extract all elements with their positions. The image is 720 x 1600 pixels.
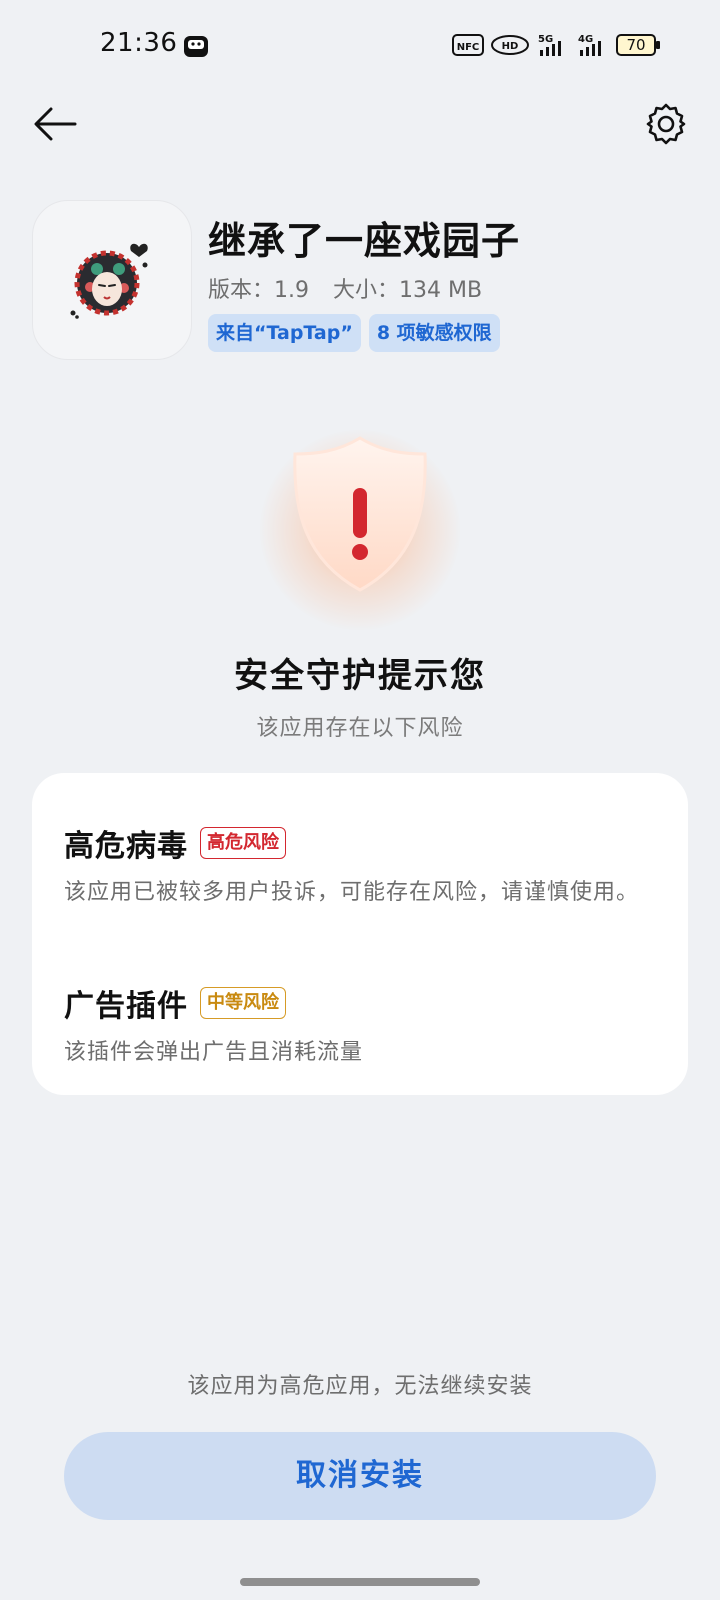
size-value: 134 MB	[399, 278, 483, 303]
svg-text:5G: 5G	[538, 34, 553, 45]
app-notification-icon	[183, 33, 209, 59]
settings-button[interactable]	[640, 98, 692, 150]
nfc-icon: NFC	[452, 33, 484, 57]
app-title: 继承了一座戏园子	[208, 219, 521, 263]
risk-card: 高危病毒 高危风险 该应用已被较多用户投诉，可能存在风险，请谨慎使用。 广告插件…	[32, 773, 688, 1095]
app-icon	[32, 200, 192, 360]
version-value: 1.9	[274, 278, 310, 303]
status-time: 21:36	[100, 28, 178, 58]
signal-5g-icon: 5G	[536, 32, 570, 58]
svg-text:NFC: NFC	[457, 42, 480, 53]
install-blocked-note: 该应用为高危应用，无法继续安装	[187, 1374, 533, 1399]
risk-badge-medium: 中等风险	[200, 987, 286, 1019]
app-meta: 版本：1.9 大小：134 MB	[208, 272, 482, 304]
risk-description: 该应用已被较多用户投诉，可能存在风险，请谨慎使用。	[64, 880, 640, 905]
battery-level: 70	[626, 36, 646, 54]
risk-badge-high: 高危风险	[200, 827, 286, 859]
permissions-tag[interactable]: 8 项敏感权限	[368, 314, 500, 352]
home-indicator[interactable]	[240, 1578, 480, 1586]
risk-item: 广告插件 中等风险 该插件会弹出广告且消耗流量	[64, 981, 656, 1069]
svg-text:4G: 4G	[578, 34, 593, 45]
signal-4g-icon: 4G	[576, 32, 610, 58]
app-header: 继承了一座戏园子 版本：1.9 大小：134 MB 来自“TapTap” 8 项敏…	[32, 200, 692, 360]
shield-warning-icon	[293, 436, 427, 592]
status-bar: 21:36 NFC HD 5G 4G 70	[0, 0, 720, 92]
source-tag[interactable]: 来自“TapTap”	[208, 314, 361, 352]
shield-warning	[240, 410, 480, 630]
app-tags: 来自“TapTap” 8 项敏感权限	[208, 314, 500, 352]
warning-title: 安全守护提示您	[234, 656, 486, 696]
top-bar	[0, 92, 720, 156]
risk-description: 该插件会弹出广告且消耗流量	[64, 1040, 364, 1065]
status-icons: NFC HD 5G 4G 70	[452, 30, 664, 60]
version-label: 版本：	[208, 278, 275, 303]
risk-item: 高危病毒 高危风险 该应用已被较多用户投诉，可能存在风险，请谨慎使用。	[64, 821, 656, 909]
back-button[interactable]	[30, 100, 80, 148]
risk-title: 广告插件	[64, 989, 188, 1024]
battery-icon: 70	[616, 33, 664, 57]
hd-voice-icon: HD	[490, 33, 530, 57]
size-label: 大小：	[333, 278, 400, 303]
arrow-left-icon	[34, 107, 77, 141]
risk-title: 高危病毒	[64, 829, 188, 864]
gear-icon	[646, 103, 686, 145]
svg-text:HD: HD	[502, 41, 519, 52]
cancel-install-button[interactable]: 取消安装	[64, 1432, 656, 1520]
warning-subtitle: 该应用存在以下风险	[256, 716, 464, 741]
